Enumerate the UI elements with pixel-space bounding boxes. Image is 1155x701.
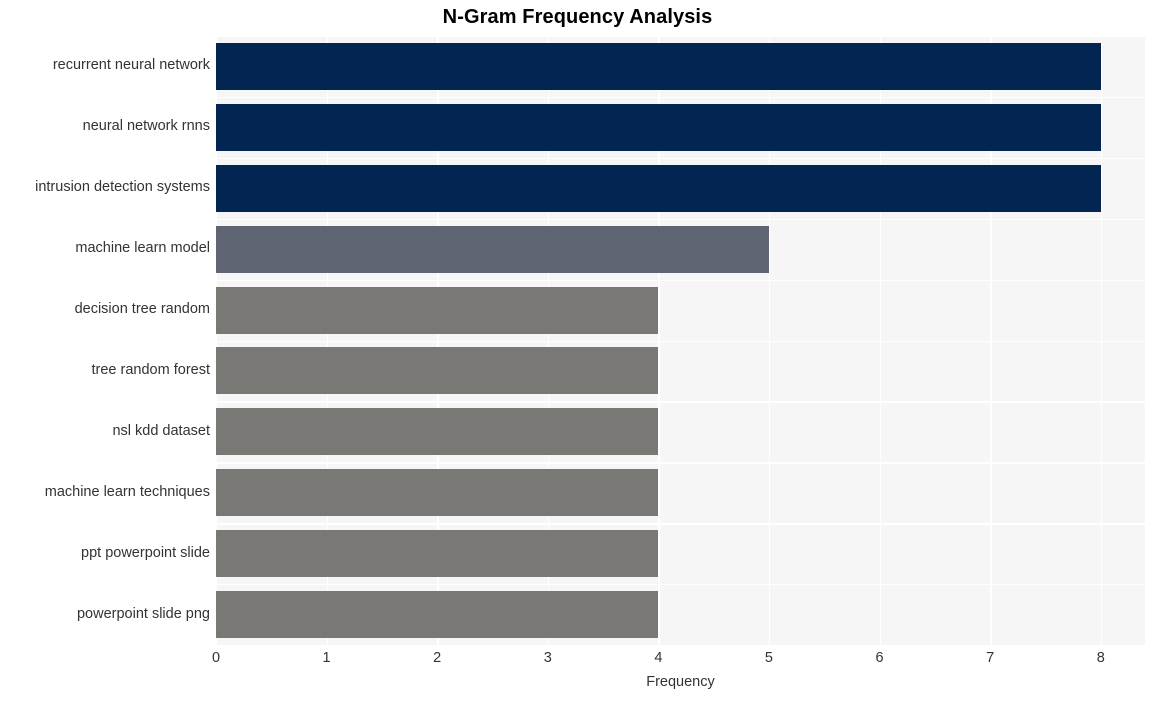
- y-tick-label: machine learn techniques: [44, 483, 210, 500]
- x-tick-label: 2: [433, 650, 442, 666]
- y-tick-label: machine learn model: [75, 240, 210, 257]
- gridline-horizontal: [216, 96, 1145, 99]
- y-tick-label: ppt powerpoint slide: [81, 544, 210, 561]
- chart-title: N-Gram Frequency Analysis: [442, 6, 713, 28]
- gridline-horizontal: [216, 340, 1145, 342]
- y-tick-label: decision tree random: [74, 301, 210, 318]
- x-tick-label: 0: [211, 650, 221, 666]
- bar[interactable]: [216, 225, 769, 273]
- gridline-horizontal: [216, 401, 1145, 403]
- x-tick-label: 1: [322, 650, 331, 666]
- bar[interactable]: [216, 286, 659, 334]
- chart-figure: N-Gram Frequency Analysis recurrent neur…: [0, 0, 1155, 701]
- x-tick-label: 3: [543, 650, 552, 666]
- gridline-horizontal: [216, 279, 1145, 281]
- y-tick-label: neural network rnns: [82, 118, 210, 135]
- gridline-horizontal: [216, 36, 1145, 38]
- bar[interactable]: [216, 42, 1101, 90]
- y-tick-label: tree random forest: [91, 361, 210, 378]
- x-tick-label: 6: [875, 650, 884, 666]
- x-tick-label: 4: [654, 650, 663, 666]
- bar[interactable]: [216, 530, 659, 578]
- gridline-horizontal: [216, 584, 1145, 586]
- y-tick-label: nsl kdd dataset: [112, 422, 210, 439]
- gridline-horizontal: [216, 462, 1145, 464]
- bar[interactable]: [216, 591, 659, 639]
- gridline-horizontal: [216, 523, 1145, 525]
- x-axis-label: Frequency: [646, 674, 715, 690]
- plot-area: [216, 36, 1145, 645]
- x-tick-label: 8: [1096, 650, 1105, 666]
- y-tick-label: recurrent neural network: [52, 57, 210, 74]
- bar[interactable]: [216, 408, 659, 456]
- bar[interactable]: [216, 347, 659, 395]
- bar[interactable]: [216, 103, 1101, 151]
- bar[interactable]: [216, 469, 659, 517]
- gridline-horizontal: [216, 157, 1145, 160]
- gridline-horizontal: [216, 218, 1145, 221]
- x-tick-label: 7: [986, 650, 995, 666]
- bar[interactable]: [216, 164, 1101, 212]
- x-tick-label: 5: [764, 650, 773, 666]
- y-tick-label: intrusion detection systems: [35, 179, 210, 196]
- y-tick-label: powerpoint slide png: [76, 605, 210, 622]
